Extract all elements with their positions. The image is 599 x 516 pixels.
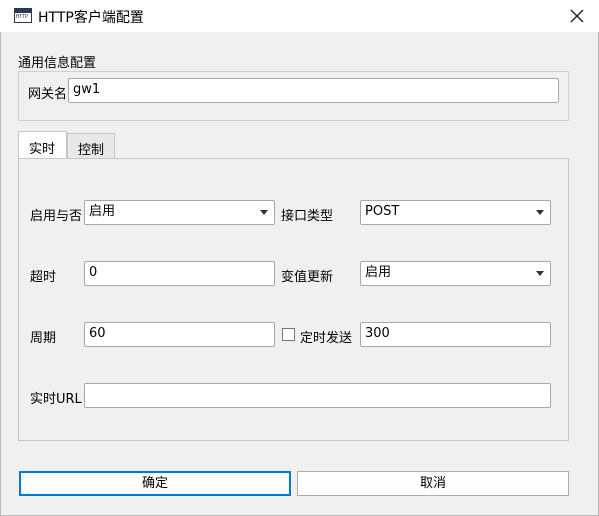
gateway-label: 网关名 (28, 87, 68, 102)
ok-button[interactable]: 确定 (19, 471, 291, 496)
period-input[interactable]: 60 (84, 322, 275, 347)
url-label: 实时URL (30, 392, 82, 407)
dropdown-arrow-icon (536, 210, 544, 215)
dropdown-arrow-icon (536, 271, 544, 276)
timed-send-input[interactable]: 300 (360, 322, 551, 347)
url-input[interactable] (84, 383, 551, 408)
enable-select-value: 启用 (89, 204, 116, 219)
close-button[interactable] (565, 4, 589, 28)
window-title: HTTP客户端配置 (38, 10, 144, 26)
timeout-input[interactable]: 0 (84, 261, 275, 286)
change-update-select[interactable]: 启用 (360, 261, 551, 286)
change-update-select-value: 启用 (365, 265, 392, 280)
interface-select[interactable]: POST (360, 200, 551, 225)
enable-label: 启用与否 (30, 209, 83, 224)
tab-realtime[interactable]: 实时 (18, 131, 67, 159)
interface-select-value: POST (365, 204, 400, 219)
enable-select[interactable]: 启用 (84, 200, 275, 225)
period-label: 周期 (30, 331, 57, 346)
timeout-label: 超时 (30, 270, 57, 285)
app-icon-text: HTTP (16, 14, 29, 20)
gateway-input[interactable]: gw1 (68, 78, 559, 103)
interface-label: 接口类型 (281, 209, 334, 224)
app-icon: HTTP (14, 8, 32, 23)
close-icon (570, 9, 584, 23)
cancel-button[interactable]: 取消 (297, 471, 569, 496)
general-section-label: 通用信息配置 (18, 56, 97, 71)
dropdown-arrow-icon (260, 210, 268, 215)
timed-send-checkbox[interactable] (282, 328, 295, 341)
timed-send-label: 定时发送 (300, 331, 353, 346)
tab-control[interactable]: 控制 (67, 133, 115, 158)
change-update-label: 变值更新 (281, 270, 334, 285)
